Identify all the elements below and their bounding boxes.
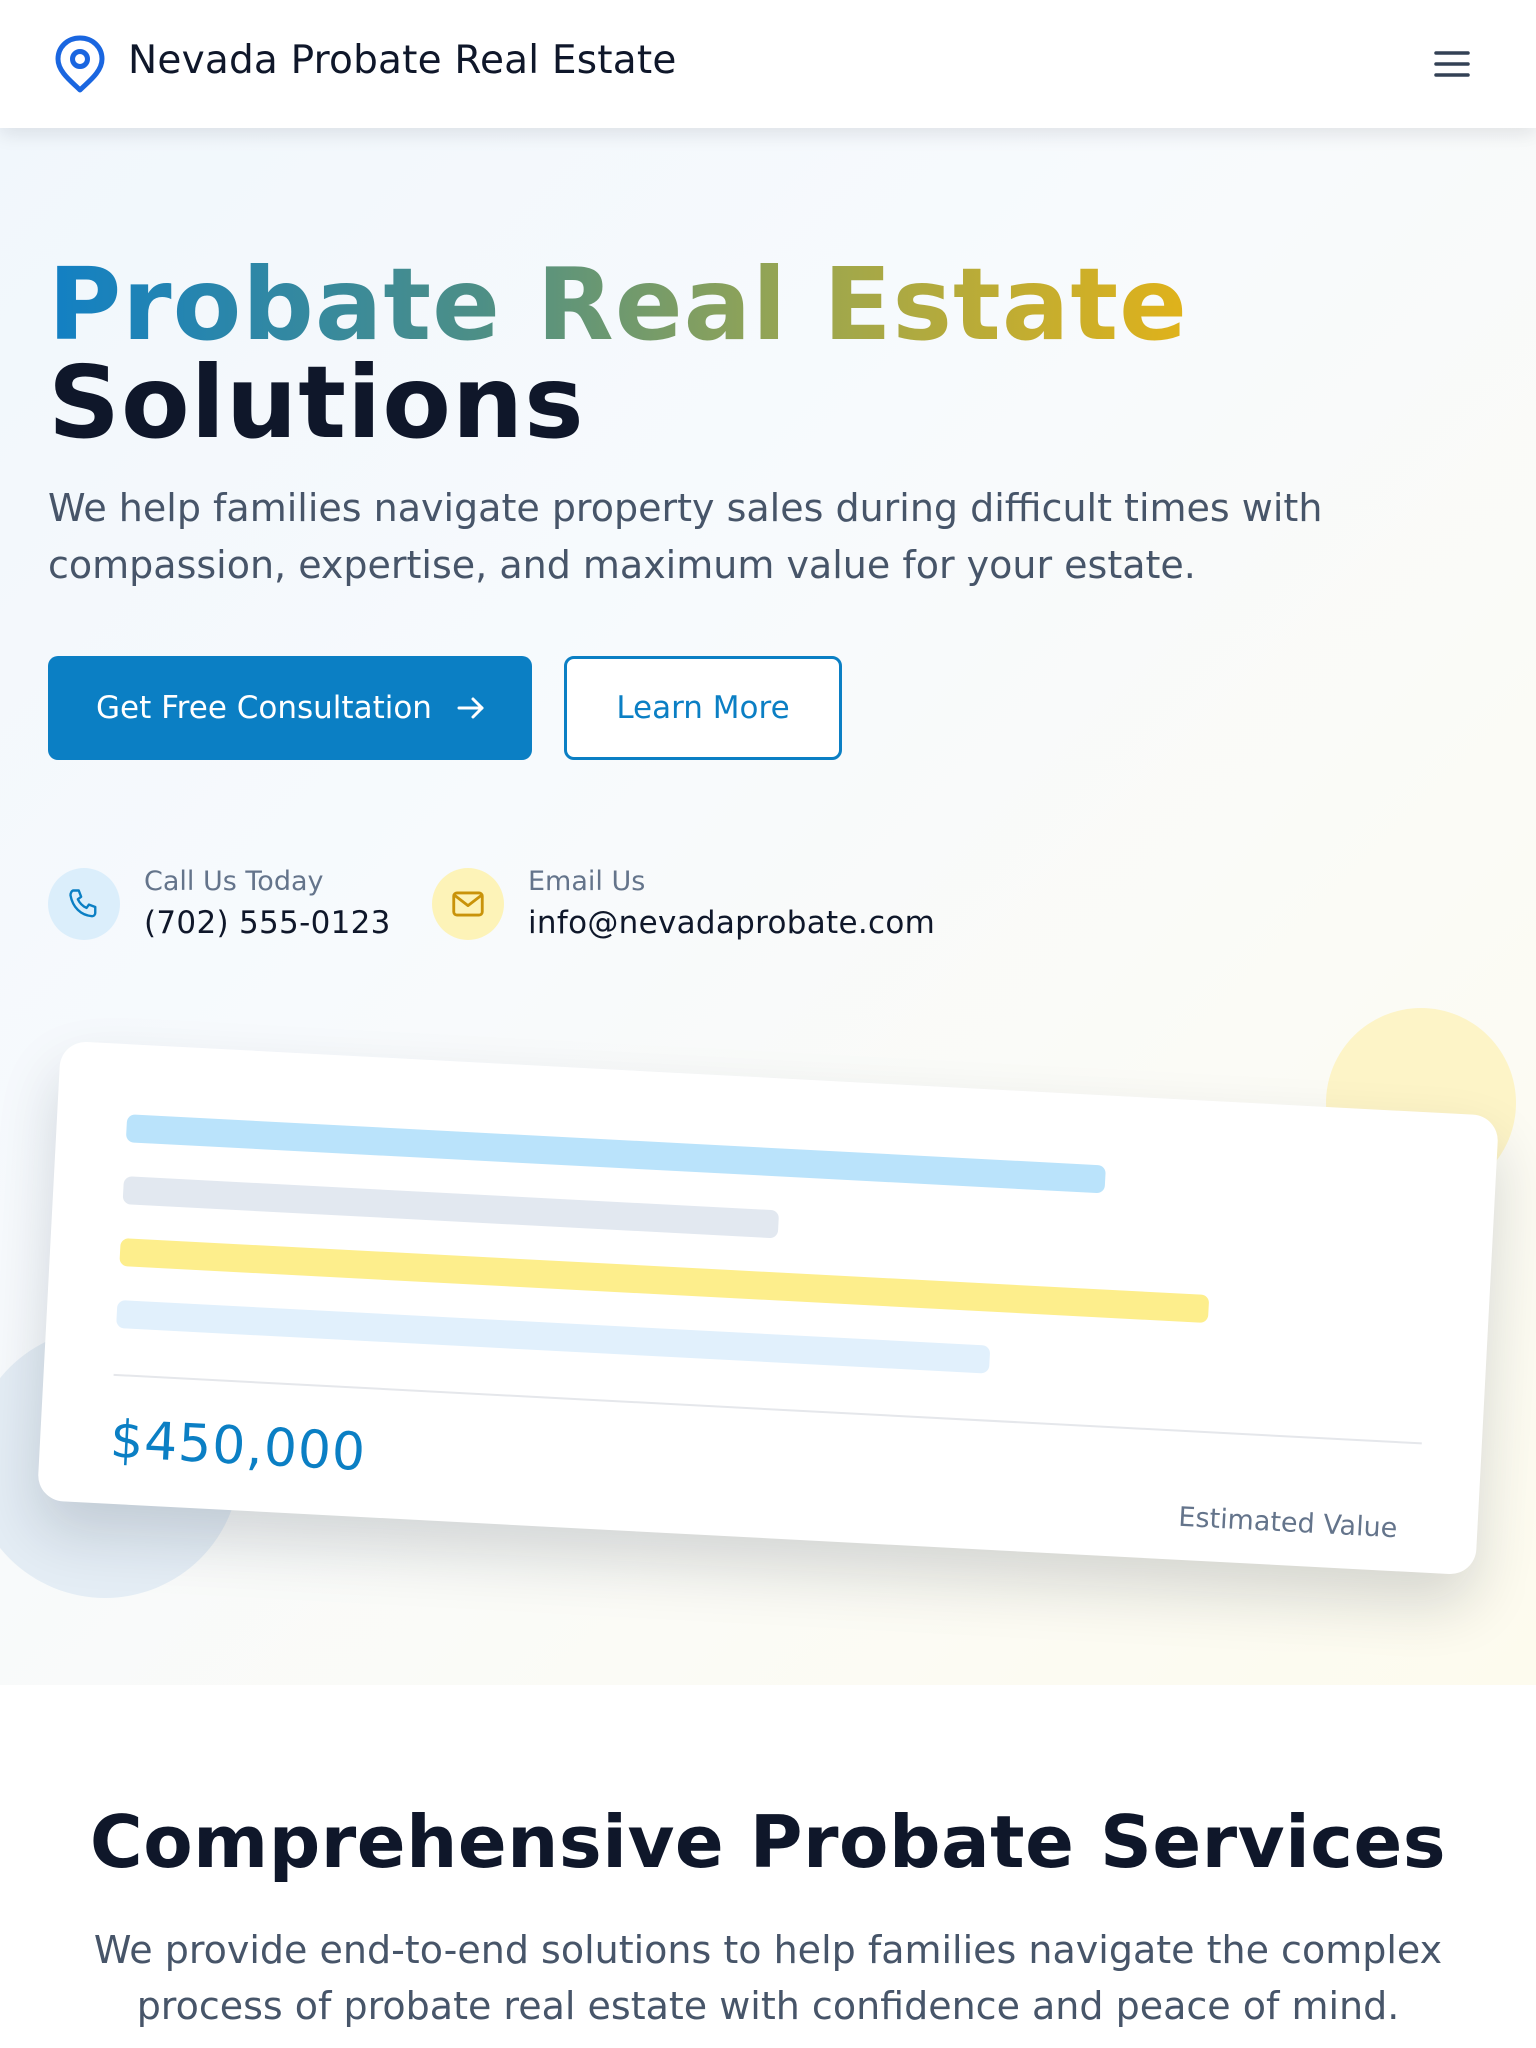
placeholder-bar [125,1114,1106,1194]
get-free-consultation-button[interactable]: Get Free Consultation [48,656,532,760]
phone-number[interactable]: (702) 555-0123 [144,900,391,946]
contact-email[interactable]: Email Us info@nevadaprobate.com [432,864,935,946]
services-title: Comprehensive Probate Services [89,1800,1447,1884]
arrow-right-icon [457,697,484,719]
phone-icon [69,889,97,918]
brand-logo[interactable]: Nevada Probate Real Estate [52,34,676,94]
email-label: Email Us [528,866,646,897]
estimated-value-amount: $450,000 [108,1409,368,1484]
email-address[interactable]: info@nevadaprobate.com [528,900,935,946]
site-header: Nevada Probate Real Estate [0,0,1536,128]
mail-icon-badge [432,868,504,940]
hero-title: Solutions [48,344,585,461]
estimated-value-label: Estimated Value [1177,1501,1399,1545]
services-description: We provide end-to-end solutions to help … [93,1928,1443,2028]
placeholder-bar [122,1176,780,1239]
hero-subtitle: We help families navigate property sales… [48,486,1323,587]
hamburger-menu-icon[interactable] [1432,44,1472,84]
property-value-card: $450,000 Estimated Value [36,1040,1500,1576]
mail-icon [452,891,484,917]
hero-section: Probate Real Estate Solutions We help fa… [0,128,1536,1685]
learn-more-label: Learn More [616,690,790,726]
brand-name: Nevada Probate Real Estate [128,38,677,83]
phone-icon-badge [48,868,120,940]
map-pin-icon [55,35,105,93]
contact-phone[interactable]: Call Us Today (702) 555-0123 [48,864,391,946]
placeholder-bar [116,1299,991,1374]
get-free-consultation-label: Get Free Consultation [96,690,432,726]
learn-more-button[interactable]: Learn More [564,656,842,760]
phone-label: Call Us Today [144,866,324,897]
